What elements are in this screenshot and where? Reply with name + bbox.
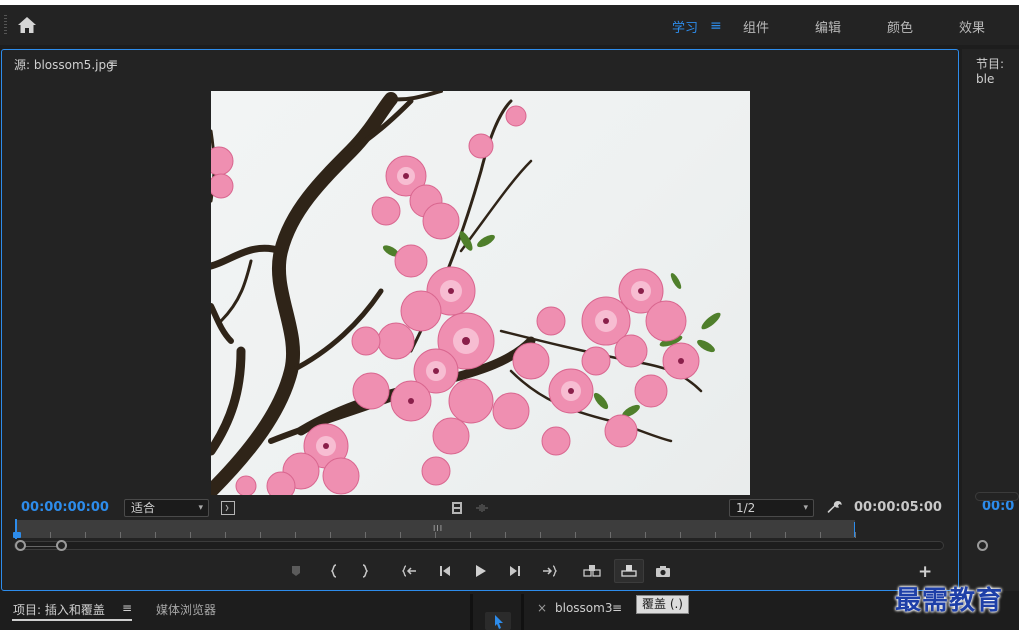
workspace-bar: 学习 ≡ 组件 编辑 颜色 效果 [0,5,1019,45]
cherry-blossom-image [211,91,721,495]
zoom-scrollbar[interactable] [14,541,944,550]
source-monitor-panel: 源: blossom5.jpg ≡ 00:00:00:00 适合 ▾ 1/2 ▾… [1,49,959,591]
zoom-fit-value: 适合 [131,501,156,515]
source-duration-timecode: 00:00:05:00 [854,500,942,515]
tab-media-browser[interactable]: 媒体浏览器 [156,601,216,618]
ruler-tick [120,532,121,538]
camera-icon [656,565,670,577]
workspace-tab-color[interactable]: 颜色 [887,17,913,36]
ruler-tick [155,532,156,538]
zoom-scrollbar-right-handle[interactable] [56,540,67,551]
sequence-tab-menu-icon[interactable]: ≡ [612,601,622,615]
play-icon [476,565,486,577]
mark-out-button[interactable] [354,560,376,582]
ruler-tick [820,532,821,538]
program-panel-title[interactable]: 节目: ble [976,55,1019,86]
workspace-tab-effects[interactable]: 效果 [959,17,985,36]
drag-grip-icon[interactable] [4,15,7,35]
ruler-tick [85,532,86,538]
step-back-icon [440,566,450,576]
ruler-tick [295,532,296,538]
step-back-button[interactable] [434,560,456,582]
go-to-out-button[interactable] [538,560,560,582]
panel-divider [521,594,524,630]
video-drag-icon[interactable] [449,500,465,516]
ruler-tick [645,532,646,538]
bottom-panel-bar: 项目: 插入和覆盖 ≡ 媒体浏览器 × blossom3 ≡ 覆盖 (.) [0,594,1019,630]
button-editor-add-button[interactable]: + [918,562,932,582]
ruler-tick [470,532,471,538]
ruler-tick [610,532,611,538]
mark-in-button[interactable] [323,560,345,582]
ruler-out-marker [854,522,855,537]
go-to-in-button[interactable] [399,560,421,582]
mark-in-icon [330,564,337,578]
safe-margins-icon[interactable] [220,500,236,516]
tools-panel [485,612,511,630]
workspace-tab-learning[interactable]: 学习 [672,17,698,36]
tab-project[interactable]: 项目: 插入和覆盖 [13,601,105,618]
step-forward-icon [510,566,520,576]
ruler-tick [260,532,261,538]
step-forward-button[interactable] [504,560,526,582]
ruler-tick [400,532,401,538]
export-frame-button[interactable] [652,560,674,582]
ruler-tick [715,532,716,538]
tab-sequence-blossom3[interactable]: blossom3 [555,601,612,615]
ruler-tick [190,532,191,538]
playback-resolution-value: 1/2 [736,501,756,515]
ruler-tick [855,532,856,538]
program-monitor-panel: 节目: ble 00:0 [962,49,1019,591]
ruler-tick [330,532,331,538]
ruler-tick [785,532,786,538]
source-viewer [211,91,750,495]
project-tab-menu-icon[interactable]: ≡ [122,601,132,615]
audio-waveform-icon[interactable] [474,500,490,516]
home-icon[interactable] [16,14,38,36]
ruler-tick [575,532,576,538]
watermark-text: 最需教育 [895,586,1004,616]
go-to-in-icon [402,565,416,577]
wrench-settings-icon[interactable] [827,500,843,516]
source-current-timecode[interactable]: 00:00:00:00 [21,500,109,515]
active-tab-underline [12,619,132,621]
workspace-tab-assembly[interactable]: 组件 [743,17,769,36]
panel-divider [470,594,473,630]
playhead-handle[interactable] [13,532,21,538]
program-zoom-scrollbar[interactable] [975,492,1019,501]
zoom-fit-select[interactable]: 适合 ▾ [124,499,209,517]
insert-button[interactable] [581,560,603,582]
marker-icon [292,566,300,576]
ruler-tick [50,532,51,538]
ruler-tick [365,532,366,538]
go-to-out-icon [543,565,557,577]
playback-resolution-select[interactable]: 1/2 ▾ [729,499,814,517]
chevron-down-icon: ▾ [803,503,808,513]
ruler-tick [505,532,506,538]
workspace-tab-editing[interactable]: 编辑 [815,17,841,36]
ruler-tick [540,532,541,538]
selection-tool-icon[interactable] [485,612,511,630]
mark-out-icon [362,564,369,578]
ruler-tick [225,532,226,538]
overwrite-icon [621,565,637,577]
ruler-tick [750,532,751,538]
overwrite-button[interactable] [614,559,644,583]
chevron-down-icon: ▾ [198,503,203,513]
workspace-menu-icon[interactable]: ≡ [710,18,722,34]
source-panel-title[interactable]: 源: blossom5.jpg [14,56,114,73]
ruler-tick [435,532,436,538]
program-timecode[interactable]: 00:0 [982,499,1014,514]
add-marker-button[interactable] [285,560,307,582]
play-button[interactable] [469,560,491,582]
source-panel-menu-icon[interactable]: ≡ [108,56,118,70]
program-scrollbar-handle[interactable] [977,540,988,551]
source-time-ruler[interactable]: III [15,520,856,538]
zoom-scrollbar-left-handle[interactable] [15,540,26,551]
overwrite-tooltip: 覆盖 (.) [636,595,689,614]
close-sequence-tab-icon[interactable]: × [537,601,547,615]
insert-icon [583,565,601,577]
ruler-tick [680,532,681,538]
